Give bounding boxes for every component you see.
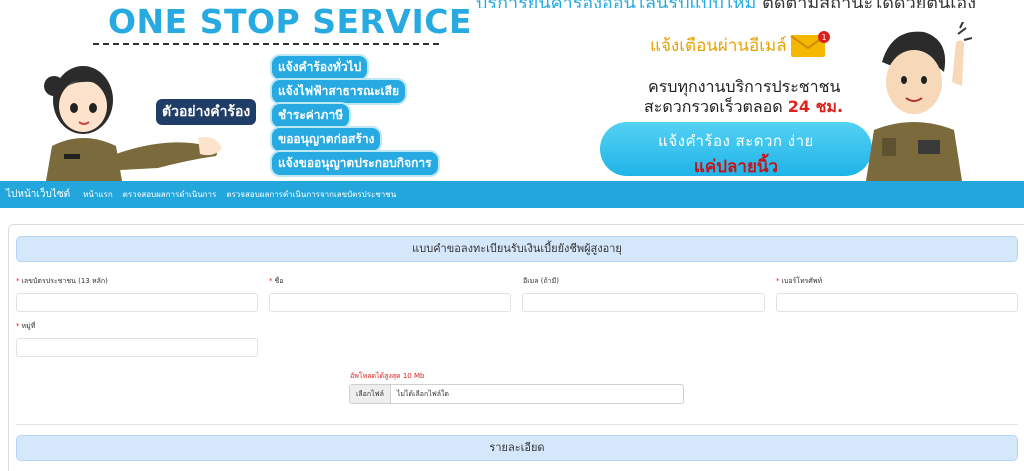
male-officer-illustration [866, 22, 972, 181]
banner-top-text-blue: บริการยื่นคำร้องออนไลน์รูปแบบใหม่ [476, 0, 756, 8]
required-mark: * [16, 277, 20, 285]
service-tagline-2: สะดวกรวดเร็วตลอด 24 ชม. [644, 95, 843, 120]
banner-top-text: บริการยื่นคำร้องออนไลน์รูปแบบใหม่ ติดตาม… [476, 0, 996, 8]
email-input[interactable] [522, 293, 765, 312]
mail-icon: 1 [790, 31, 830, 57]
upload-limit-hint: อัพโหลดได้สูงสุด 10 Mb [350, 372, 425, 380]
required-mark: * [16, 322, 20, 330]
email-notice-text: แจ้งเตือนผ่านอีเมล์ [650, 36, 787, 56]
section-divider [16, 424, 1018, 425]
phone-label: * เบอร์โทรศัพท์ [776, 276, 822, 287]
file-upload-input[interactable]: เลือกไฟล์ ไม่ได้เลือกไฟล์ใด [349, 384, 684, 404]
nav-home[interactable]: หน้าแรก [78, 188, 118, 201]
village-no-input[interactable] [16, 338, 258, 357]
choose-file-button[interactable]: เลือกไฟล์ [350, 385, 391, 403]
example-request-label: ตัวอย่างคำร้อง [156, 99, 257, 125]
service-item: แจ้งคำร้องทั่วไป [272, 56, 368, 79]
village-no-label-text: หมู่ที่ [21, 322, 36, 330]
phone-input[interactable] [776, 293, 1018, 312]
service-item: แจ้งขออนุญาตประกอบกิจการ [272, 152, 438, 175]
mail-badge-count: 1 [821, 33, 826, 42]
service-item: แจ้งไฟฟ้าสาธารณะเสีย [272, 80, 405, 103]
cta-line-1: แจ้งคำร้อง สะดวก ง่าย [658, 132, 814, 150]
file-status-text: ไม่ได้เลือกไฟล์ใด [396, 389, 449, 398]
service-tagline-2-text: สะดวกรวดเร็วตลอด [644, 97, 783, 116]
nav-check-status[interactable]: ตรวจสอบผลการดำเนินการ [118, 188, 222, 201]
service-item: ขออนุญาตก่อสร้าง [272, 128, 381, 151]
citizen-id-input[interactable] [16, 293, 258, 312]
banner-title-underline [93, 43, 439, 45]
service-list: แจ้งคำร้องทั่วไป แจ้งไฟฟ้าสาธารณะเสีย ชำ… [272, 56, 462, 176]
citizen-id-label-text: เลขบัตรประชาชน (13 หลัก) [21, 277, 108, 285]
citizen-id-label: * เลขบัตรประชาชน (13 หลัก) [16, 276, 108, 287]
village-no-label: * หมู่ที่ [16, 321, 35, 332]
email-label: อีเมล (ถ้ามี) [523, 276, 559, 287]
top-navbar: ไปหน้าเว็บไซต์ หน้าแรก ตรวจสอบผลการดำเนิ… [0, 181, 1024, 208]
cta-line-2: แค่ปลายนิ้ว [693, 157, 779, 177]
required-mark: * [776, 277, 780, 285]
name-label: * ชื่อ [269, 276, 283, 287]
email-label-text: อีเมล (ถ้ามี) [523, 277, 559, 285]
nav-go-to-website[interactable]: ไปหน้าเว็บไซต์ [0, 187, 78, 202]
header-banner: บริการยื่นคำร้องออนไลน์รูปแบบใหม่ ติดตาม… [0, 0, 1024, 181]
cta-banner-box: แจ้งคำร้อง สะดวก ง่าย แค่ปลายนิ้ว [600, 122, 872, 177]
service-hours-highlight: 24 ชม. [787, 97, 844, 116]
details-section-title: รายละเอียด [16, 435, 1018, 461]
banner-title: ONE STOP SERVICE [108, 2, 473, 41]
banner-top-text-dark: ติดตามสถานะได้ด้วยตนเอง [762, 0, 976, 8]
nav-check-status-by-id[interactable]: ตรวจสอบผลการดำเนินการจากเลขบัตรประชาชน [221, 188, 401, 201]
required-mark: * [269, 277, 273, 285]
phone-label-text: เบอร์โทรศัพท์ [781, 277, 823, 285]
form-section-title: แบบคำขอลงทะเบียนรับเงินเบี้ยยังชีพผู้สูง… [16, 236, 1018, 262]
name-label-text: ชื่อ [274, 277, 284, 285]
service-item: ชำระค่าภาษี [272, 104, 350, 127]
name-input[interactable] [269, 293, 511, 312]
